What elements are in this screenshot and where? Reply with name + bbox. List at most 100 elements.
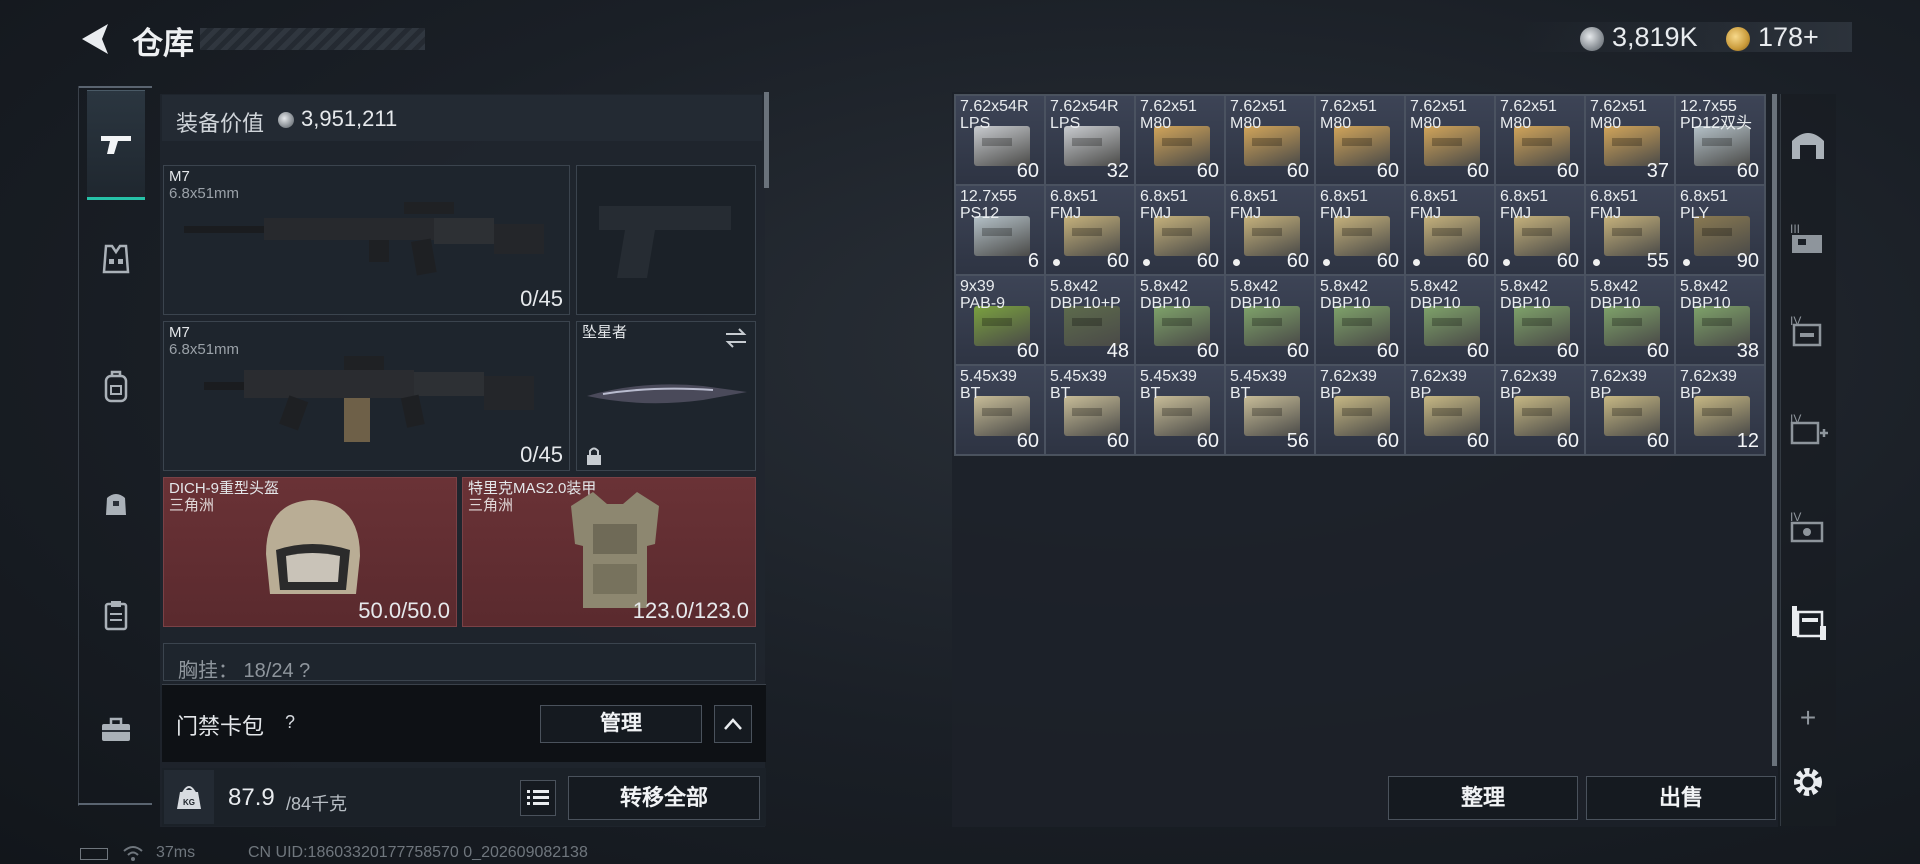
storage-item[interactable]: 6.8x51 FMJ 60: [1495, 185, 1585, 275]
user-uid: CN UID:18603320177758570 0_202609082138: [248, 844, 588, 861]
storage-item[interactable]: 6.8x51 FMJ 60: [1225, 185, 1315, 275]
item-quantity: 60: [1556, 430, 1579, 452]
storage-item[interactable]: 6.8x51 FMJ 55: [1585, 185, 1675, 275]
silver-currency-value: 3,819K: [1612, 22, 1698, 52]
storage-tab-medical[interactable]: IV: [1782, 398, 1834, 458]
storage-item[interactable]: 5.8x42 DBP10 60: [1225, 275, 1315, 365]
item-caliber: 7.62x51: [1590, 98, 1647, 115]
secondary-weapon-slot[interactable]: [576, 165, 756, 315]
storage-item[interactable]: 7.62x39 BP 12: [1675, 365, 1765, 455]
weight-icon-box: KG: [164, 770, 214, 824]
tab-tools[interactable]: [87, 674, 145, 784]
storage-item[interactable]: 7.62x51 M80 60: [1315, 95, 1405, 185]
add-storage-tab[interactable]: +: [1782, 688, 1834, 748]
storage-item[interactable]: 7.62x39 BP 60: [1585, 365, 1675, 455]
chest-rig-slot[interactable]: 胸挂： 18/24 ?: [163, 643, 756, 681]
weapon-name: M7: [169, 324, 190, 341]
equipment-scrollbar[interactable]: [764, 92, 769, 188]
storage-item[interactable]: 12.7x55 PD12双头 60: [1675, 95, 1765, 185]
storage-item[interactable]: 5.8x42 DBP10+P 48: [1045, 275, 1135, 365]
item-type: BP: [1320, 385, 1342, 402]
storage-item[interactable]: 5.8x42 DBP10 60: [1405, 275, 1495, 365]
storage-item[interactable]: 9x39 PAB-9 60: [955, 275, 1045, 365]
ping-value: 37ms: [156, 844, 196, 861]
keycard-label: 门禁卡包: [176, 714, 265, 739]
storage-item[interactable]: 7.62x39 BP 60: [1405, 365, 1495, 455]
storage-item[interactable]: 7.62x54R LPS 60: [955, 95, 1045, 185]
item-quantity: 6: [1027, 250, 1039, 272]
storage-item[interactable]: 7.62x51 M80 60: [1225, 95, 1315, 185]
storage-item[interactable]: 7.62x39 BP 60: [1495, 365, 1585, 455]
item-type: FMJ: [1500, 205, 1532, 222]
storage-item[interactable]: 5.45x39 BT 60: [1135, 365, 1225, 455]
item-type: M80: [1140, 115, 1172, 132]
item-caliber: 6.8x51: [1590, 188, 1639, 205]
storage-item[interactable]: 6.8x51 FMJ 60: [1405, 185, 1495, 275]
storage-item[interactable]: 12.7x55 PS12 6: [955, 185, 1045, 275]
storage-tab-4[interactable]: IV: [1782, 300, 1834, 360]
help-icon[interactable]: ?: [278, 710, 302, 734]
collapse-button[interactable]: [714, 705, 752, 743]
storage-item[interactable]: 5.8x42 DBP10 60: [1135, 275, 1225, 365]
item-quantity: 60: [1016, 340, 1039, 362]
item-quantity: 38: [1736, 340, 1759, 362]
gold-currency-value[interactable]: 178+: [1758, 22, 1819, 53]
manage-button[interactable]: 管理: [540, 705, 702, 743]
item-type: LPS: [960, 115, 991, 132]
storage-tab-tools[interactable]: IV: [1782, 496, 1834, 556]
storage-item[interactable]: 6.8x51 FMJ 60: [1045, 185, 1135, 275]
settings-button[interactable]: [1782, 752, 1834, 812]
pistol-silhouette-icon: [599, 206, 731, 278]
storage-item[interactable]: 7.62x51 M80 60: [1405, 95, 1495, 185]
storage-item[interactable]: 6.8x51 FMJ 60: [1315, 185, 1405, 275]
marker-dot-icon: [1233, 259, 1240, 266]
storage-item[interactable]: 7.62x51 M80 37: [1585, 95, 1675, 185]
storage-item[interactable]: 5.8x42 DBP10 38: [1675, 275, 1765, 365]
tab-pouch[interactable]: [87, 448, 145, 558]
storage-item[interactable]: 5.8x42 DBP10 60: [1315, 275, 1405, 365]
melee-slot[interactable]: 坠星者: [576, 321, 756, 471]
storage-item[interactable]: 6.8x51 PLY 90: [1675, 185, 1765, 275]
sell-button[interactable]: 出售: [1586, 776, 1776, 820]
primary-weapon-slot-1[interactable]: M7 6.8x51mm 0/45: [163, 165, 570, 315]
tab-inventory-list[interactable]: [87, 560, 145, 670]
storage-item[interactable]: 7.62x54R LPS 32: [1045, 95, 1135, 185]
tab-backpack[interactable]: [87, 332, 145, 442]
storage-item[interactable]: 5.8x42 DBP10 60: [1585, 275, 1675, 365]
storage-scrollbar[interactable]: [1772, 94, 1777, 766]
storage-item[interactable]: 5.45x39 BT 60: [1045, 365, 1135, 455]
item-quantity: 60: [1196, 430, 1219, 452]
storage-item[interactable]: 7.62x51 M80 60: [1495, 95, 1585, 185]
tab-chest-rig[interactable]: [87, 204, 145, 314]
helmet-slot[interactable]: DICH-9重型头盔 三角洲 50.0/50.0: [163, 477, 457, 627]
storage-item[interactable]: 5.45x39 BT 60: [955, 365, 1045, 455]
item-type: M80: [1230, 115, 1262, 132]
armor-slot[interactable]: 特里克MAS2.0装甲 三角洲 123.0/123.0: [462, 477, 756, 627]
transfer-all-button[interactable]: 转移全部: [568, 776, 760, 820]
storage-item[interactable]: 6.8x51 FMJ 60: [1135, 185, 1225, 275]
storage-tab-cases[interactable]: [1782, 592, 1834, 652]
swap-icon[interactable]: [723, 326, 749, 350]
storage-item[interactable]: 7.62x39 BP 60: [1315, 365, 1405, 455]
item-type: M80: [1320, 115, 1352, 132]
tab-weapons[interactable]: [87, 90, 145, 200]
list-view-button[interactable]: [520, 780, 556, 816]
primary-weapon-slot-2[interactable]: M7 6.8x51mm 0/45: [163, 321, 570, 471]
item-caliber: 12.7x55: [960, 188, 1017, 205]
storage-tab-home[interactable]: [1782, 112, 1834, 172]
storage-tab-3[interactable]: III: [1782, 208, 1834, 268]
item-quantity: 12: [1736, 430, 1759, 452]
item-caliber: 6.8x51: [1410, 188, 1459, 205]
storage-item[interactable]: 5.45x39 BT 56: [1225, 365, 1315, 455]
item-type: FMJ: [1050, 205, 1082, 222]
item-caliber: 9x39: [960, 278, 995, 295]
item-type: BT: [960, 385, 981, 402]
storage-item[interactable]: 7.62x51 M80 60: [1135, 95, 1225, 185]
back-button[interactable]: [78, 20, 114, 58]
item-quantity: 60: [1466, 430, 1489, 452]
storage-item[interactable]: 5.8x42 DBP10 60: [1495, 275, 1585, 365]
item-type: DBP10: [1590, 295, 1641, 312]
sort-button[interactable]: 整理: [1388, 776, 1578, 820]
item-caliber: 12.7x55: [1680, 98, 1737, 115]
item-type: FMJ: [1230, 205, 1262, 222]
